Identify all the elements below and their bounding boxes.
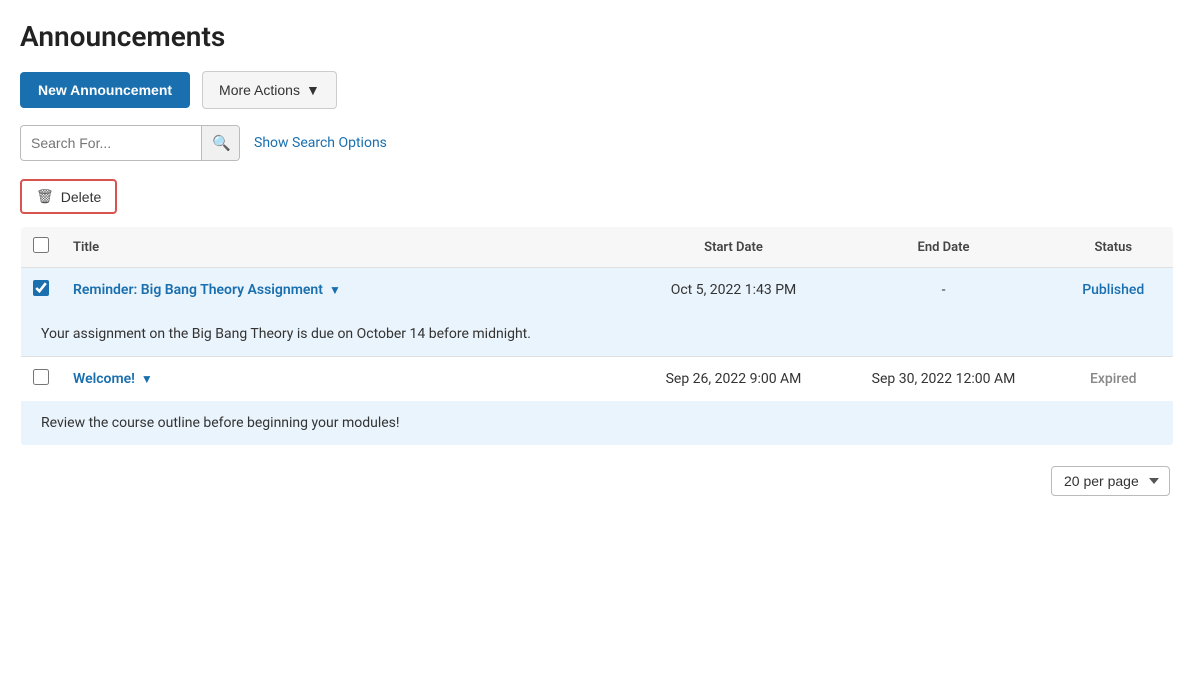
preview-text-1: Review the course outline before beginni…	[41, 415, 399, 431]
row-title-cell: Reminder: Big Bang Theory Assignment ▼	[61, 268, 634, 313]
row-status-0: Published	[1054, 268, 1174, 313]
show-search-options-link[interactable]: Show Search Options	[254, 135, 387, 151]
preview-row-0: Your assignment on the Big Bang Theory i…	[21, 312, 1174, 357]
more-actions-label: More Actions	[219, 82, 300, 98]
search-icon: 🔍	[212, 134, 231, 152]
search-input-wrap: 🔍	[20, 125, 240, 161]
row-title-cell: Welcome! ▼	[61, 357, 634, 402]
row-check-cell	[21, 357, 62, 402]
announcement-title-1: Welcome!	[73, 371, 135, 387]
announcement-link-1[interactable]: Welcome! ▼	[73, 371, 153, 387]
table-row: Reminder: Big Bang Theory Assignment ▼ O…	[21, 268, 1174, 313]
col-header-enddate: End Date	[834, 227, 1054, 268]
table-row: Welcome! ▼ Sep 26, 2022 9:00 AM Sep 30, …	[21, 357, 1174, 402]
row-chevron-icon-0[interactable]: ▼	[329, 283, 341, 297]
new-announcement-button[interactable]: New Announcement	[20, 72, 190, 108]
row-startdate-1: Sep 26, 2022 9:00 AM	[634, 357, 834, 402]
announcements-table: Title Start Date End Date Status Reminde…	[20, 226, 1174, 446]
col-header-status: Status	[1054, 227, 1174, 268]
page-title: Announcements	[20, 20, 1174, 53]
delete-bar: 🗑 Delete	[20, 179, 1174, 214]
select-all-cell	[21, 227, 62, 268]
more-actions-button[interactable]: More Actions ▼	[202, 71, 337, 109]
search-input[interactable]	[21, 127, 201, 159]
row-checkbox-0[interactable]	[33, 280, 49, 296]
announcement-title-0: Reminder: Big Bang Theory Assignment	[73, 282, 323, 298]
preview-row-1: Review the course outline before beginni…	[21, 401, 1174, 446]
page-container: Announcements New Announcement More Acti…	[0, 0, 1194, 699]
table-body: Reminder: Big Bang Theory Assignment ▼ O…	[21, 268, 1174, 446]
toolbar: New Announcement More Actions ▼	[20, 71, 1174, 109]
row-check-cell	[21, 268, 62, 313]
preview-text-0: Your assignment on the Big Bang Theory i…	[41, 326, 531, 342]
row-chevron-icon-1[interactable]: ▼	[141, 372, 153, 386]
row-enddate-1: Sep 30, 2022 12:00 AM	[834, 357, 1054, 402]
chevron-down-icon: ▼	[306, 82, 320, 98]
trash-icon: 🗑	[36, 188, 54, 205]
row-enddate-0: -	[834, 268, 1054, 313]
search-bar: 🔍 Show Search Options	[20, 125, 1174, 161]
per-page-select[interactable]: 5 per page10 per page20 per page50 per p…	[1051, 466, 1170, 496]
col-header-startdate: Start Date	[634, 227, 834, 268]
pagination-bar: 5 per page10 per page20 per page50 per p…	[20, 466, 1174, 496]
delete-button[interactable]: 🗑 Delete	[20, 179, 117, 214]
status-badge-0: Published	[1082, 282, 1144, 298]
table-header: Title Start Date End Date Status	[21, 227, 1174, 268]
select-all-checkbox[interactable]	[33, 237, 49, 253]
delete-label: Delete	[61, 189, 101, 205]
search-button[interactable]: 🔍	[201, 126, 240, 160]
announcement-link-0[interactable]: Reminder: Big Bang Theory Assignment ▼	[73, 282, 341, 298]
status-badge-1: Expired	[1090, 371, 1137, 387]
col-header-title: Title	[61, 227, 634, 268]
preview-cell-1: Review the course outline before beginni…	[21, 401, 1174, 446]
row-status-1: Expired	[1054, 357, 1174, 402]
preview-cell-0: Your assignment on the Big Bang Theory i…	[21, 312, 1174, 357]
row-startdate-0: Oct 5, 2022 1:43 PM	[634, 268, 834, 313]
row-checkbox-1[interactable]	[33, 369, 49, 385]
